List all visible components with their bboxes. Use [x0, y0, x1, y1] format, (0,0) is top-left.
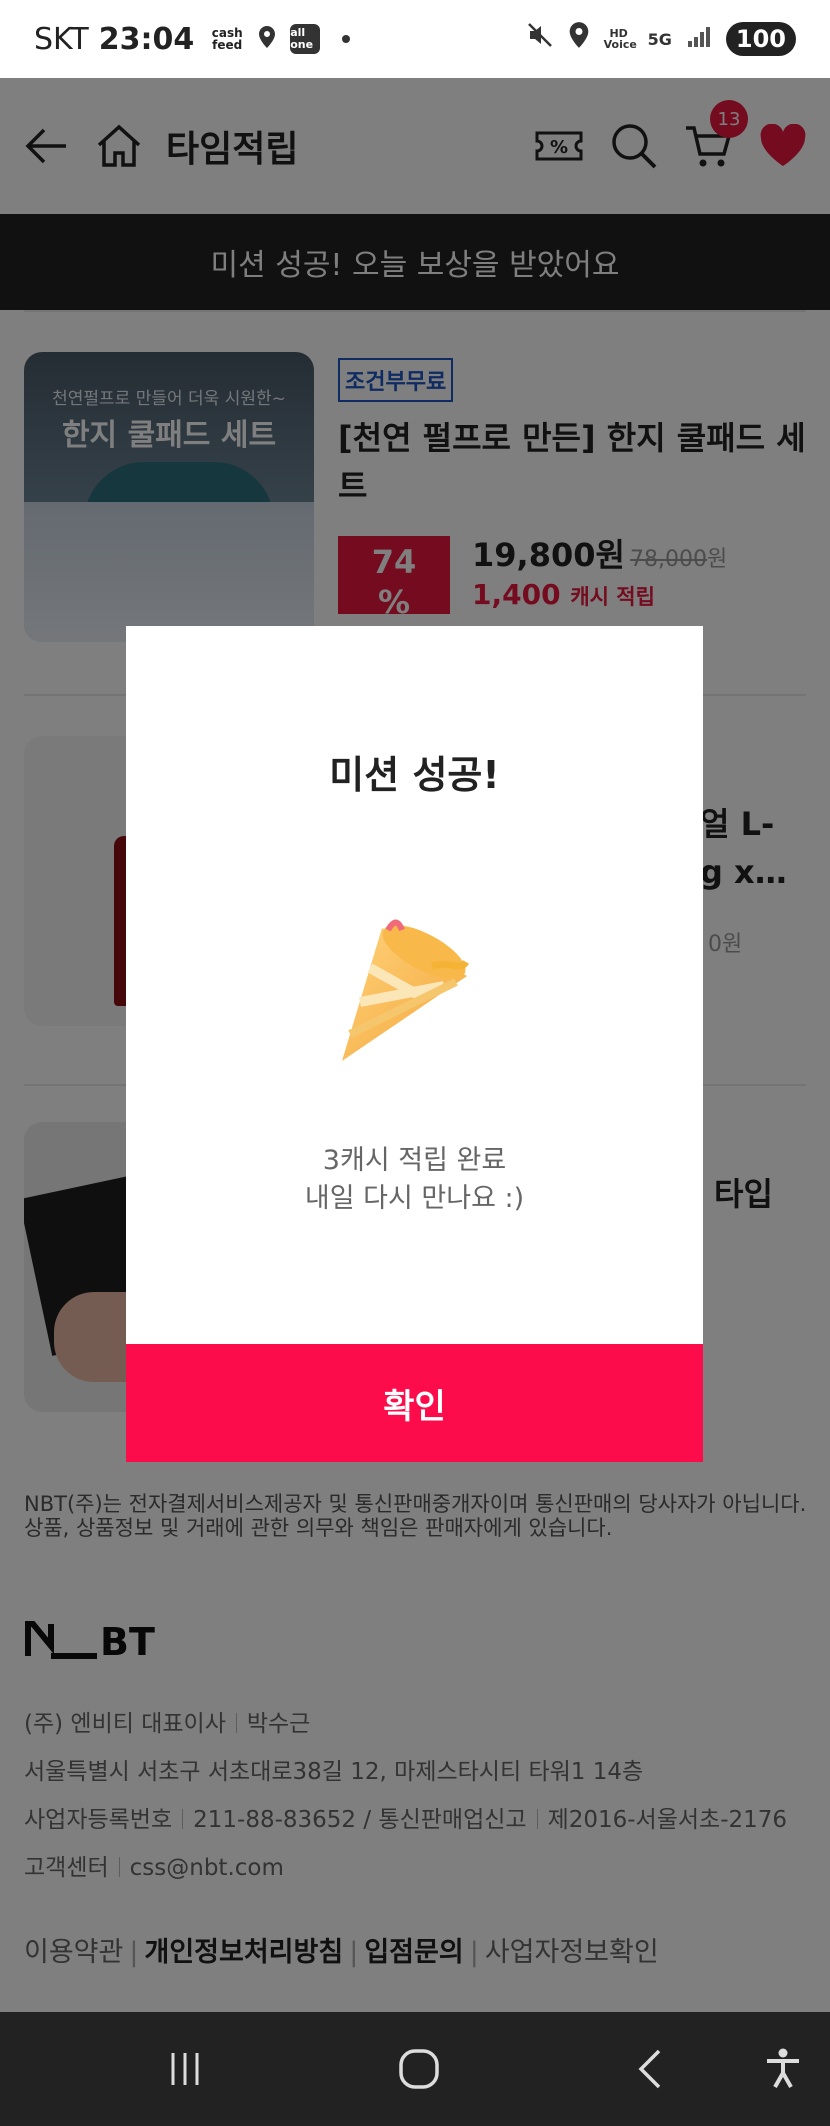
dialog-message: 3캐시 적립 완료 내일 다시 만나요 :) — [304, 1145, 525, 1214]
cashfeed-icon: cash feed — [211, 26, 243, 52]
signal-icon — [686, 22, 712, 57]
mute-icon — [526, 21, 554, 57]
notification-dot-icon — [342, 35, 351, 43]
location-icon — [258, 22, 276, 57]
system-nav-bar — [0, 2012, 830, 2126]
clock: 23:04 — [98, 21, 195, 57]
hd-voice-icon: HD Voice — [603, 27, 637, 51]
status-bar: SKT 23:04 cash feed all one HD Voice 5G … — [0, 0, 830, 78]
mission-success-dialog: 미션 성공! 3캐시 적립 완료 내일 다시 만나요 :) 확인 — [126, 626, 703, 1462]
status-right: HD Voice 5G 100 — [526, 21, 796, 57]
battery-indicator: 100 — [725, 22, 796, 56]
carrier-label: SKT — [34, 21, 89, 57]
app-screen: SKT 23:04 cash feed all one HD Voice 5G … — [0, 0, 830, 2126]
back-nav-icon[interactable] — [616, 2012, 686, 2126]
home-nav-icon[interactable] — [384, 2012, 454, 2126]
location-active-icon — [568, 21, 590, 57]
confirm-button[interactable]: 확인 — [126, 1344, 703, 1462]
dialog-title: 미션 성공! — [329, 753, 500, 797]
party-popper-icon — [332, 916, 472, 1070]
network-5g-icon: 5G — [647, 29, 672, 49]
recent-apps-icon[interactable] — [150, 2012, 220, 2126]
accessibility-icon[interactable] — [748, 2012, 818, 2126]
allone-icon: all one — [290, 24, 321, 54]
